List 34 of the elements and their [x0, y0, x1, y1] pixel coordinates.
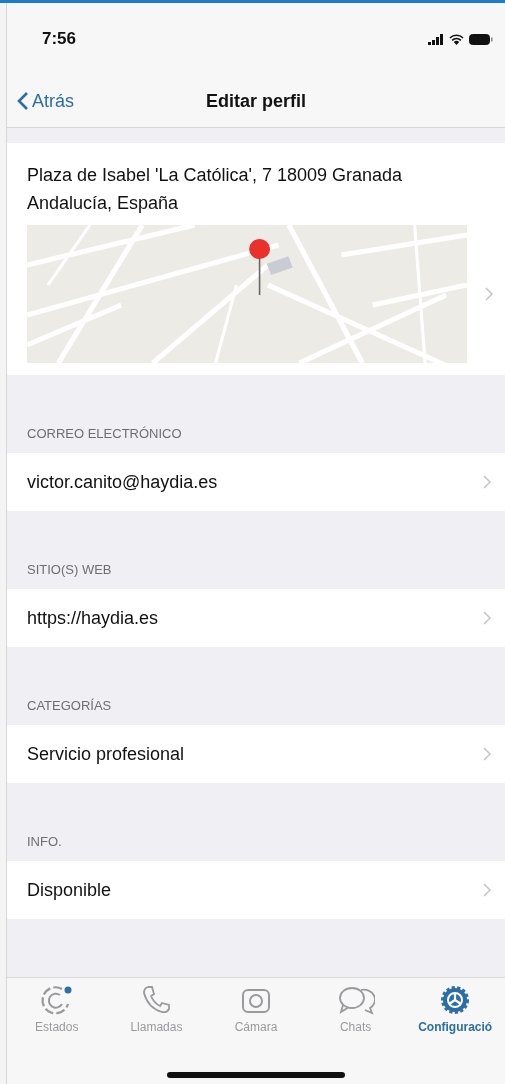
settings-icon	[439, 984, 472, 1016]
section-header: SITIO(S) WEB	[27, 562, 112, 577]
chat-bubbles-icon	[336, 984, 375, 1016]
list-row[interactable]: Servicio profesional	[7, 725, 505, 783]
section-header: CORREO ELECTRÓNICO	[27, 426, 182, 441]
screen-title: Editar perfil	[206, 90, 306, 112]
chevron-right-icon	[483, 747, 491, 761]
tab[interactable]: Estados	[7, 984, 107, 1034]
row-value: https://haydia.es	[27, 607, 159, 629]
list-row[interactable]: https://haydia.es	[7, 589, 505, 647]
section-header: INFO.	[27, 834, 62, 849]
address-text: Plaza de Isabel 'La Católica', 7 18009 Granada Andalucía, España	[27, 164, 404, 215]
battery-icon	[469, 33, 493, 45]
section-header: CATEGORÍAS	[27, 698, 112, 713]
tab[interactable]: Chats	[305, 984, 406, 1034]
row-value: Disponible	[27, 879, 112, 901]
status-time: 7:56	[42, 29, 77, 49]
row-value: Servicio profesional	[27, 743, 185, 765]
back-button[interactable]: Atrás	[7, 90, 74, 112]
status-ring-icon	[39, 984, 74, 1016]
chevron-left-icon	[17, 91, 29, 111]
phone-icon	[140, 984, 173, 1016]
list-row[interactable]: Disponible	[7, 861, 505, 919]
chevron-right-icon	[483, 611, 491, 625]
row-value: victor.canito@haydia.es	[27, 471, 218, 493]
signal-icon	[428, 33, 444, 45]
tab[interactable]: Configuració	[405, 984, 505, 1034]
wifi-icon	[449, 33, 464, 45]
chevron-right-icon	[483, 475, 491, 489]
tab[interactable]: Llamadas	[106, 984, 207, 1034]
list-row[interactable]: victor.canito@haydia.es	[7, 453, 505, 511]
chevron-right-icon	[483, 883, 491, 897]
tab[interactable]: Cámara	[206, 984, 306, 1034]
chevron-right-icon	[485, 287, 493, 301]
